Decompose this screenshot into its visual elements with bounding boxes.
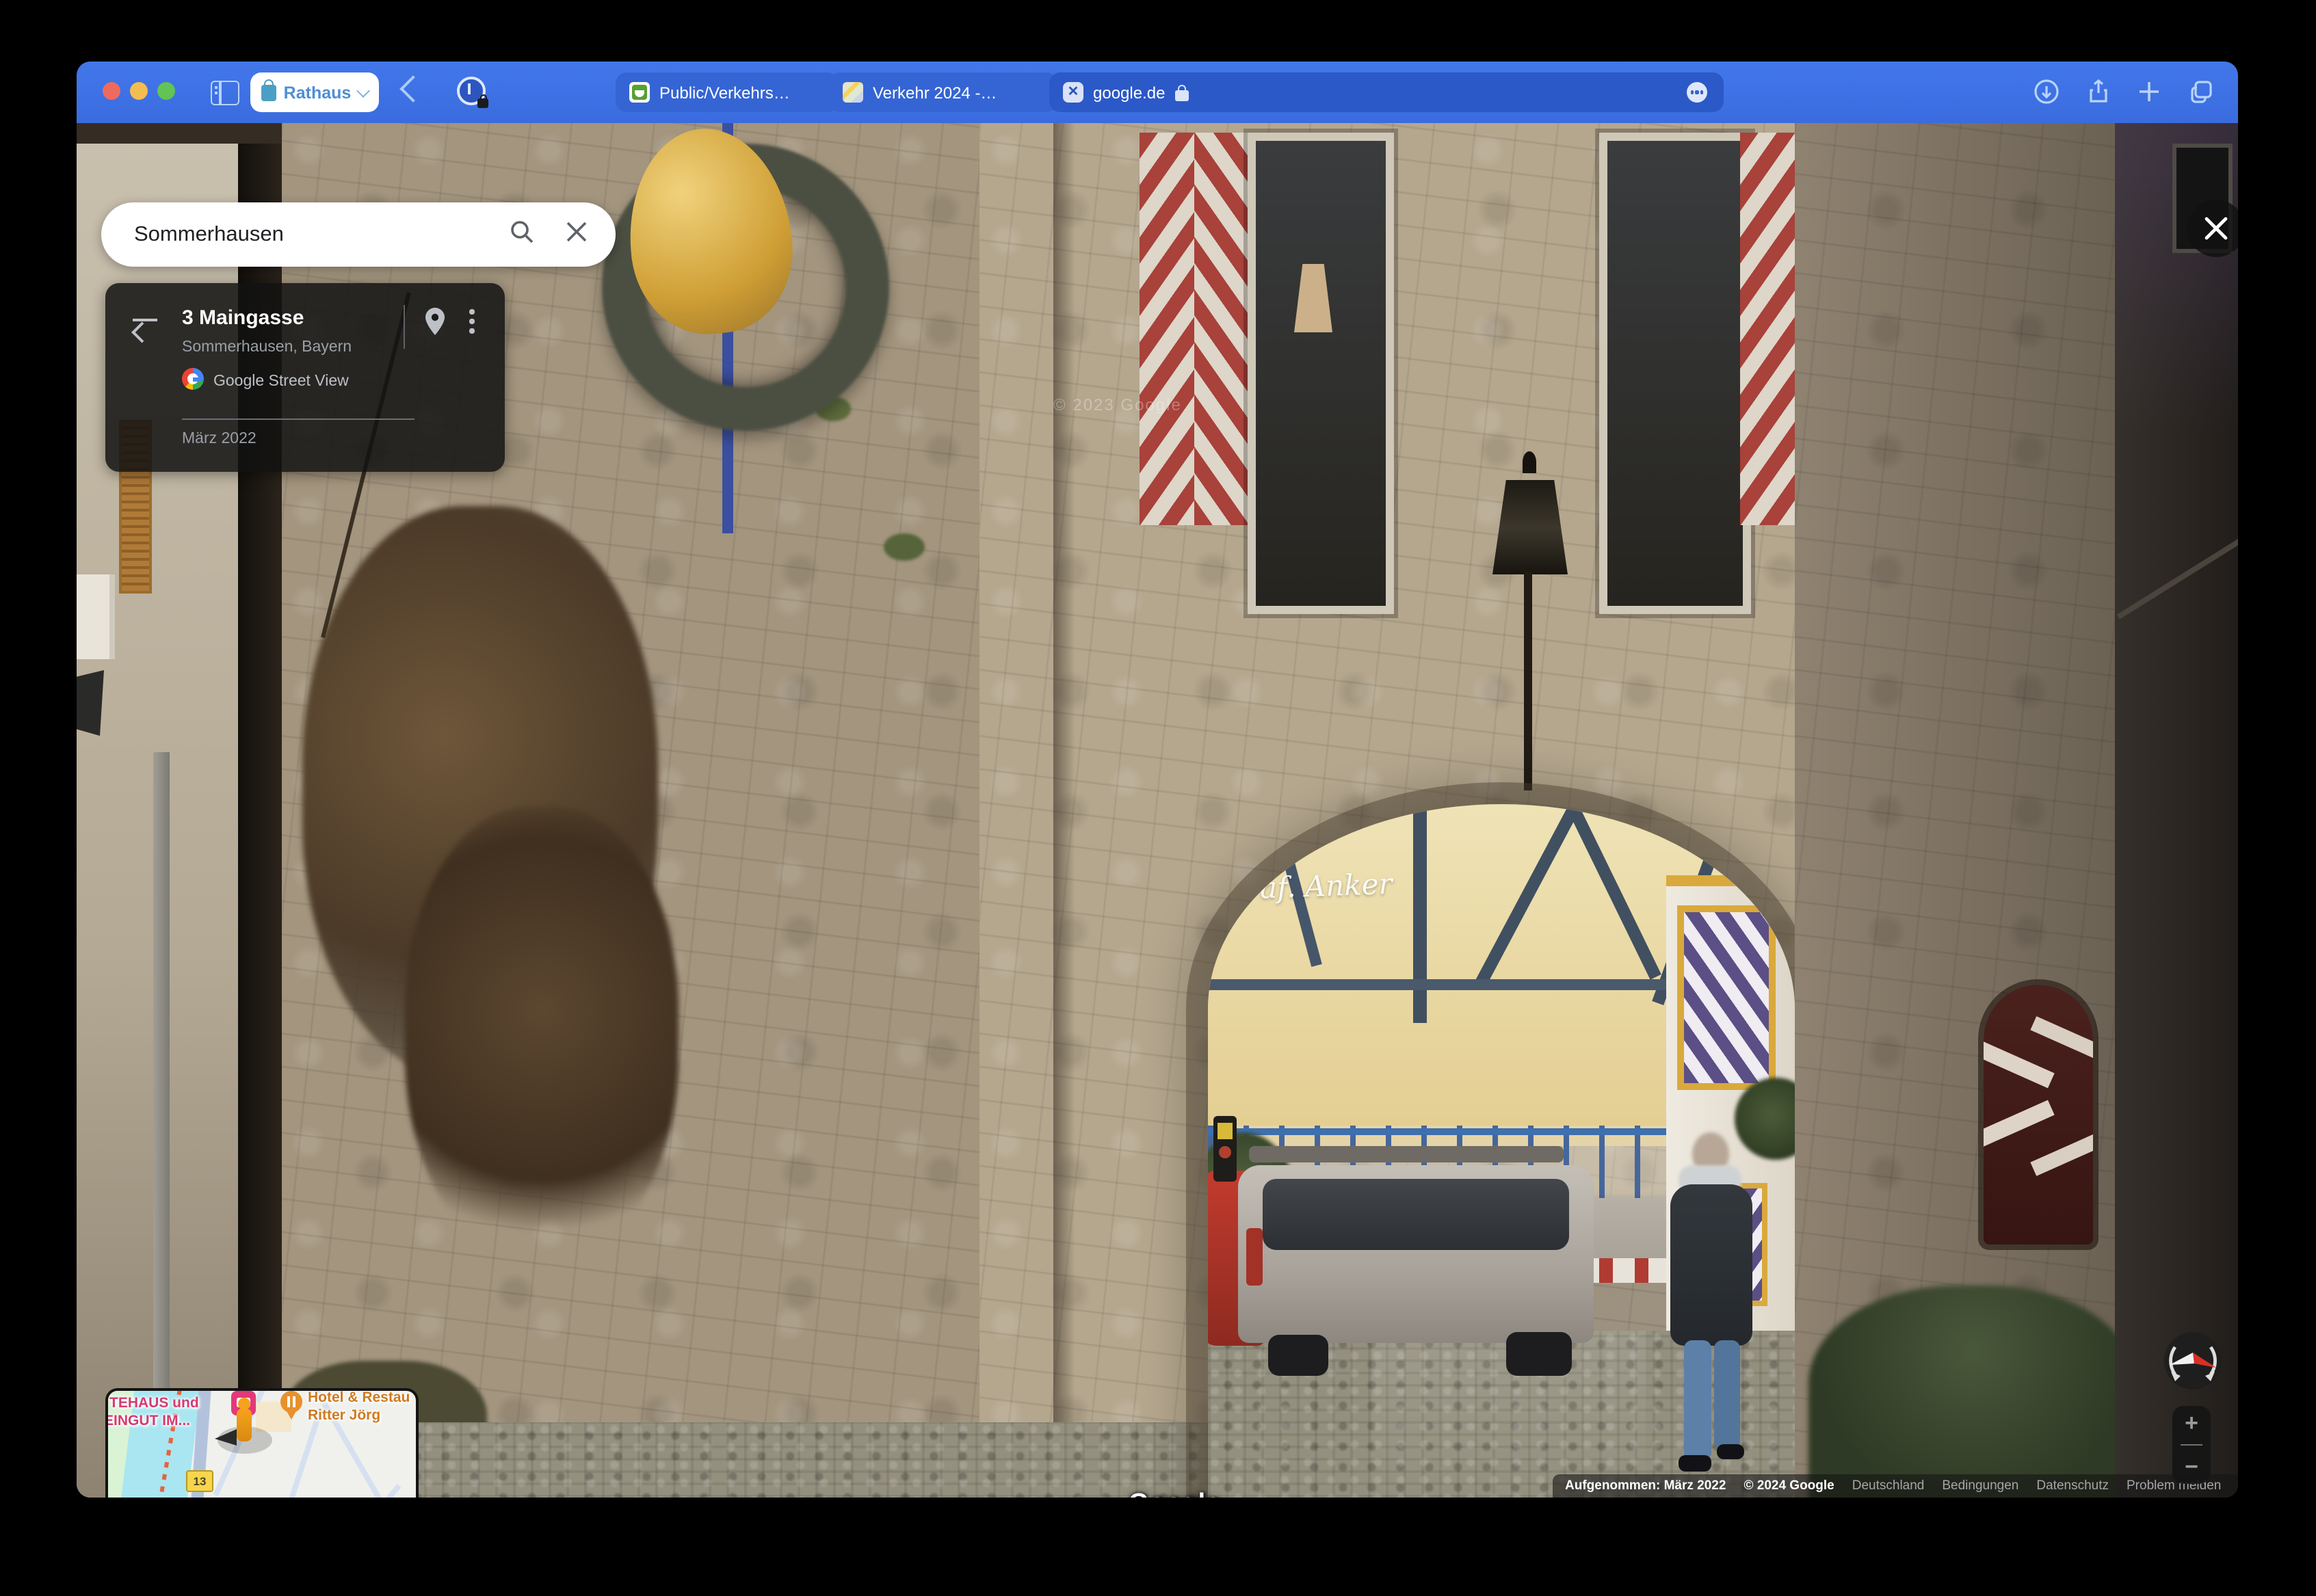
tab-overview-icon[interactable] (2187, 78, 2215, 105)
close-street-view-button[interactable] (2187, 200, 2238, 257)
stair-rail (2117, 535, 2238, 619)
shoe (1679, 1455, 1711, 1472)
traffic-signal-box (1213, 1116, 1237, 1182)
bag-icon (262, 84, 277, 101)
window-right (1599, 133, 1751, 614)
map-pin-icon[interactable] (423, 306, 447, 346)
pedestrian-jacket (1670, 1184, 1752, 1346)
compass-control[interactable] (2163, 1331, 2223, 1391)
zoom-out-button[interactable]: − (2185, 1455, 2198, 1478)
silver-suv (1238, 1146, 1594, 1376)
safari-window: Rathaus Public/Verkehrs… Verkehr 2024 -…… (77, 62, 2238, 1498)
tab-label: Public/Verkehrs… (659, 83, 790, 102)
chevron-shutter-left (1140, 133, 1248, 525)
captured-date: Aufgenommen: März 2022 (1565, 1478, 1726, 1493)
view-direction-wedge (215, 1429, 237, 1446)
map-favicon (843, 82, 863, 103)
downpipe (153, 752, 170, 1498)
white-window-frame (77, 574, 115, 659)
copyright: © 2024 Google (1743, 1478, 1834, 1493)
more-options-icon[interactable] (469, 309, 474, 333)
share-icon[interactable] (2085, 78, 2112, 105)
link-deutschland[interactable]: Deutschland (1852, 1478, 1925, 1493)
google-logo[interactable]: Google (1129, 1489, 1221, 1498)
new-tab-icon[interactable] (2135, 78, 2163, 105)
close-tab-icon[interactable]: ✕ (1063, 82, 1083, 103)
chevron-down-icon (356, 83, 369, 97)
screenshot-stage: Rathaus Public/Verkehrs… Verkehr 2024 -…… (0, 0, 2316, 1596)
photo-watermark: © 2023 Google (1053, 395, 1182, 414)
teacup-favicon (629, 82, 650, 103)
zoom-in-button[interactable]: + (2185, 1411, 2198, 1435)
source-label: Google Street View (213, 373, 349, 390)
onepassword-icon[interactable] (457, 77, 486, 105)
pegman-body (237, 1409, 252, 1441)
house-sign-text: af. Anker (1259, 868, 1393, 905)
page-extensions-more-icon[interactable] (1687, 82, 1707, 103)
back-button[interactable] (399, 75, 427, 103)
wall-lantern (77, 670, 104, 736)
pedestrian (1662, 1132, 1758, 1474)
restaurant-pin (280, 1391, 302, 1413)
greenery (1808, 1286, 2137, 1498)
link-bedingungen[interactable]: Bedingungen (1942, 1478, 2018, 1493)
purple-shutter-window (1677, 905, 1776, 1090)
search-value: Sommerhausen (134, 222, 509, 247)
browser-toolbar: Rathaus Public/Verkehrs… Verkehr 2024 -…… (77, 62, 2238, 123)
window-left (1248, 133, 1394, 614)
downloads-icon[interactable] (2033, 78, 2060, 105)
lamp-in-window (1294, 264, 1332, 332)
zoom-control: + − (2172, 1406, 2211, 1484)
back-arrow-icon[interactable] (133, 319, 157, 321)
place-subtitle: Sommerhausen, Bayern (182, 339, 352, 356)
search-icon[interactable] (509, 218, 535, 251)
traffic-light-minimize[interactable] (130, 82, 148, 100)
road-shield: 13 (186, 1470, 213, 1492)
dark-building-right (2115, 123, 2238, 1498)
profile-label: Rathaus (284, 83, 352, 102)
google-g-icon (182, 368, 204, 390)
link-datenschutz[interactable]: Datenschutz (2036, 1478, 2109, 1493)
place-card: 3 Maingasse Sommerhausen, Bayern Google … (105, 283, 505, 472)
street-lamp-post (1524, 572, 1532, 790)
traffic-light-close[interactable] (103, 82, 120, 100)
place-title: 3 Maingasse (182, 306, 304, 330)
red-door (1984, 985, 2093, 1245)
url-label: google.de (1093, 83, 1165, 102)
tab-public-verkehrs[interactable]: Public/Verkehrs… (616, 72, 839, 112)
tab-google-de-active[interactable]: ✕ google.de (1049, 72, 1724, 112)
attribution-bar: Aufgenommen: März 2022 © 2024 Google Deu… (1553, 1474, 2238, 1498)
profile-button[interactable]: Rathaus (250, 72, 379, 112)
search-input[interactable]: Sommerhausen (101, 202, 616, 267)
capture-date: März 2022 (182, 431, 256, 447)
taillight (1246, 1228, 1263, 1286)
minimap[interactable]: 13 Sommerhausen TEHAUS und EINGUT IM... (105, 1388, 419, 1498)
tab-verkehr-2024[interactable]: Verkehr 2024 -… (829, 72, 1057, 112)
tower-edge (1053, 123, 1075, 1498)
traffic-light-zoom[interactable] (157, 82, 175, 100)
tab-label: Verkehr 2024 -… (873, 83, 997, 102)
clear-search-icon[interactable] (565, 220, 588, 250)
lock-badge-icon (477, 98, 488, 108)
sidebar-icon[interactable] (211, 81, 239, 105)
pedestrian-jeans (1684, 1340, 1711, 1461)
street-view-panorama[interactable]: © 2023 Google af. Anker (77, 123, 2238, 1498)
archway-opening: af. Anker (1208, 804, 1795, 1498)
https-lock-icon (1174, 90, 1188, 101)
